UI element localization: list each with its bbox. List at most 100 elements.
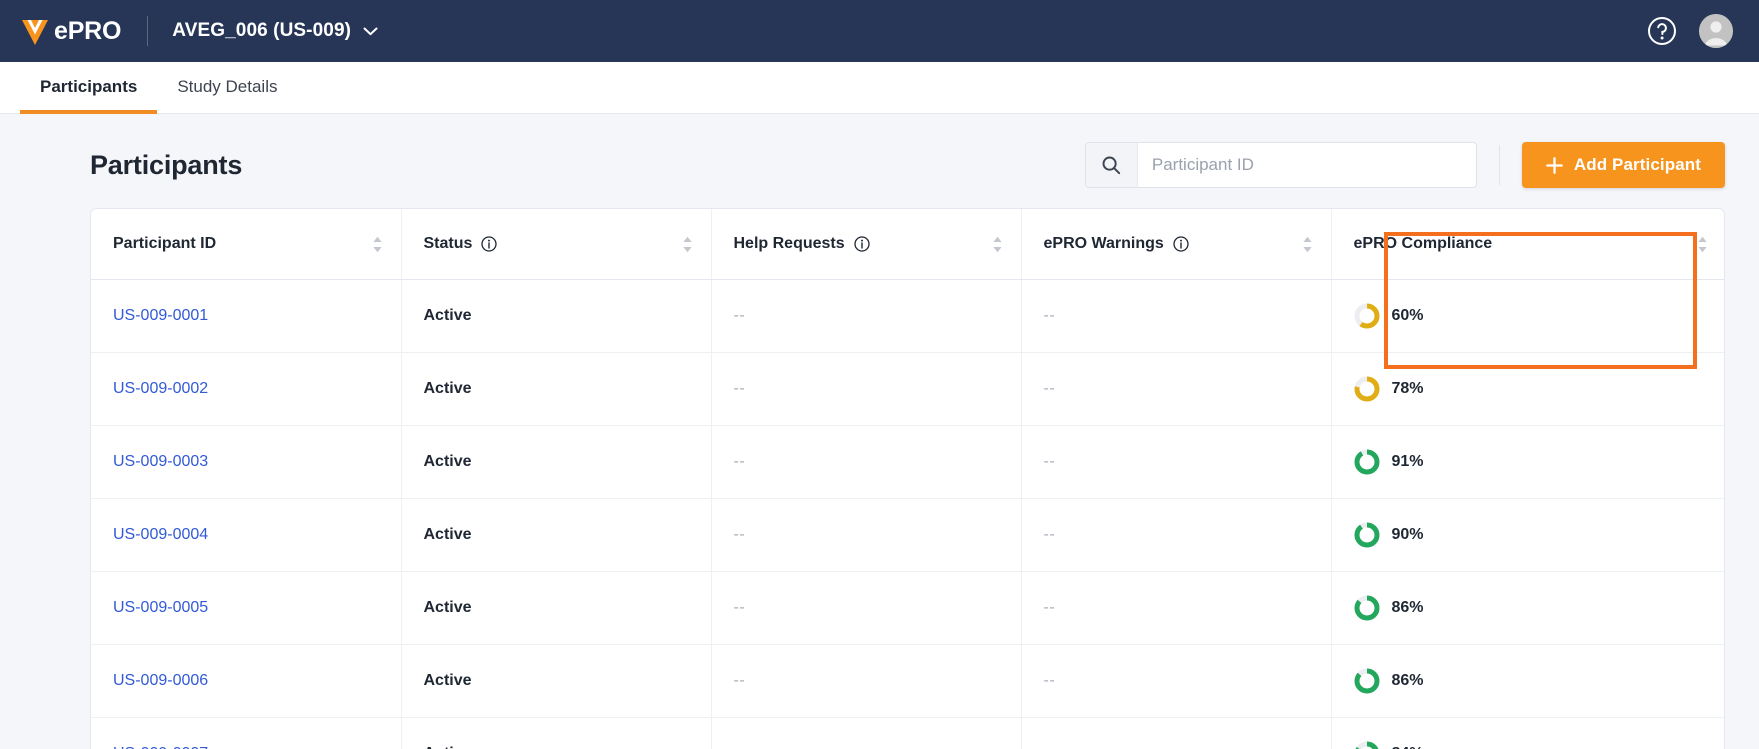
cell-epro-warnings: -- bbox=[1021, 499, 1331, 572]
cell-participant-id: US-009-0003 bbox=[91, 426, 401, 499]
cell-participant-id: US-009-0002 bbox=[91, 353, 401, 426]
info-circle-icon[interactable] bbox=[1173, 236, 1189, 252]
sort-arrows-icon[interactable] bbox=[992, 236, 1003, 253]
column-label: ePRO Compliance bbox=[1354, 235, 1493, 253]
participant-id-link[interactable]: US-009-0001 bbox=[113, 307, 208, 324]
compliance-donut-icon bbox=[1354, 303, 1380, 329]
column-header-help-requests[interactable]: Help Requests bbox=[711, 209, 1021, 280]
cell-help-requests: -- bbox=[711, 718, 1021, 749]
plus-icon bbox=[1546, 157, 1563, 174]
empty-value: -- bbox=[734, 453, 746, 470]
cell-status: Active bbox=[401, 645, 711, 718]
empty-value: -- bbox=[734, 380, 746, 397]
compliance-percent-label: 91% bbox=[1392, 453, 1424, 471]
info-circle-icon[interactable] bbox=[481, 236, 497, 252]
brand-logo[interactable]: ePRO bbox=[18, 14, 121, 48]
table-header: Participant ID Status bbox=[91, 209, 1725, 280]
empty-value: -- bbox=[1044, 453, 1056, 470]
participant-search-box[interactable] bbox=[1085, 142, 1477, 188]
tab-participants[interactable]: Participants bbox=[20, 63, 157, 114]
empty-value: -- bbox=[1044, 599, 1056, 616]
compliance-percent-label: 86% bbox=[1392, 672, 1424, 690]
table-row: US-009-0002Active----78% bbox=[91, 353, 1725, 426]
compliance-percent-label: 78% bbox=[1392, 380, 1424, 398]
compliance-donut-icon bbox=[1354, 522, 1380, 548]
compliance-percent-label: 84% bbox=[1392, 745, 1424, 749]
cell-epro-compliance: 60% bbox=[1331, 280, 1725, 353]
nav-divider bbox=[147, 16, 148, 46]
participant-id-link[interactable]: US-009-0003 bbox=[113, 453, 208, 470]
table-row: US-009-0001Active----60% bbox=[91, 280, 1725, 353]
top-navigation-bar: ePRO AVEG_006 (US-009) bbox=[0, 0, 1759, 62]
cell-status: Active bbox=[401, 718, 711, 749]
cell-status: Active bbox=[401, 499, 711, 572]
participant-id-link[interactable]: US-009-0006 bbox=[113, 672, 208, 689]
page-content: Participants Add Participant bbox=[0, 114, 1759, 749]
participants-table-container: Participant ID Status bbox=[90, 208, 1725, 749]
cell-epro-compliance: 78% bbox=[1331, 353, 1725, 426]
cell-epro-compliance: 86% bbox=[1331, 572, 1725, 645]
cell-status: Active bbox=[401, 280, 711, 353]
sort-arrows-icon[interactable] bbox=[1302, 236, 1313, 253]
table-row: US-009-0003 Active -- -- 91% bbox=[91, 426, 1725, 499]
participant-id-link[interactable]: US-009-0007 bbox=[113, 745, 208, 749]
column-label: Participant ID bbox=[113, 235, 216, 253]
cell-epro-warnings: -- bbox=[1021, 572, 1331, 645]
search-icon[interactable] bbox=[1086, 143, 1138, 187]
column-label: ePRO Warnings bbox=[1044, 235, 1164, 253]
empty-value: -- bbox=[734, 599, 746, 616]
participant-id-link[interactable]: US-009-0005 bbox=[113, 599, 208, 616]
page-title: Participants bbox=[90, 150, 242, 181]
cell-help-requests: -- bbox=[711, 353, 1021, 426]
empty-value: -- bbox=[1044, 672, 1056, 689]
tab-study-details-label: Study Details bbox=[177, 77, 277, 97]
column-header-participant-id[interactable]: Participant ID bbox=[91, 209, 401, 280]
compliance-donut-icon bbox=[1354, 376, 1380, 402]
cell-participant-id: US-009-0005 bbox=[91, 572, 401, 645]
cell-epro-compliance: 91% bbox=[1331, 426, 1725, 499]
empty-value: -- bbox=[734, 307, 746, 324]
table-row: US-009-0005Active----86% bbox=[91, 572, 1725, 645]
user-avatar-icon[interactable] bbox=[1699, 14, 1733, 48]
column-header-epro-compliance[interactable]: ePRO Compliance bbox=[1331, 209, 1725, 280]
compliance-percent-label: 86% bbox=[1392, 599, 1424, 617]
sort-arrows-icon[interactable] bbox=[1697, 236, 1708, 253]
compliance-percent-label: 90% bbox=[1392, 526, 1424, 544]
study-selector-dropdown[interactable]: AVEG_006 (US-009) bbox=[172, 20, 378, 42]
compliance-donut-icon bbox=[1354, 449, 1380, 475]
cell-help-requests: -- bbox=[711, 645, 1021, 718]
sort-arrows-icon[interactable] bbox=[372, 236, 383, 253]
participant-id-link[interactable]: US-009-0002 bbox=[113, 380, 208, 397]
column-label: Status bbox=[424, 235, 473, 253]
table-row: US-009-0007 Active -- -- 84% bbox=[91, 718, 1725, 749]
participant-id-link[interactable]: US-009-0004 bbox=[113, 526, 208, 543]
search-input[interactable] bbox=[1138, 143, 1476, 187]
brand-name: ePRO bbox=[54, 19, 121, 44]
table-body: US-009-0001Active----60%US-009-0002Activ… bbox=[91, 280, 1725, 749]
column-header-status[interactable]: Status bbox=[401, 209, 711, 280]
cell-epro-warnings: -- bbox=[1021, 280, 1331, 353]
column-header-epro-warnings[interactable]: ePRO Warnings bbox=[1021, 209, 1331, 280]
cell-epro-warnings: -- bbox=[1021, 645, 1331, 718]
page-header: Participants Add Participant bbox=[0, 114, 1759, 208]
cell-status: Active bbox=[401, 426, 711, 499]
tab-study-details[interactable]: Study Details bbox=[157, 63, 297, 114]
cell-epro-compliance: 84% bbox=[1331, 718, 1725, 749]
add-participant-button[interactable]: Add Participant bbox=[1522, 142, 1725, 188]
cell-participant-id: US-009-0006 bbox=[91, 645, 401, 718]
empty-value: -- bbox=[734, 672, 746, 689]
cell-help-requests: -- bbox=[711, 572, 1021, 645]
sort-arrows-icon[interactable] bbox=[682, 236, 693, 253]
empty-value: -- bbox=[734, 745, 746, 749]
info-circle-icon[interactable] bbox=[854, 236, 870, 252]
header-action-divider bbox=[1499, 145, 1500, 185]
compliance-donut-icon bbox=[1354, 668, 1380, 694]
empty-value: -- bbox=[1044, 745, 1056, 749]
cell-epro-warnings: -- bbox=[1021, 353, 1331, 426]
cell-epro-compliance: 86% bbox=[1331, 645, 1725, 718]
help-circle-icon[interactable] bbox=[1647, 16, 1677, 46]
compliance-donut-icon bbox=[1354, 741, 1380, 749]
cell-participant-id: US-009-0004 bbox=[91, 499, 401, 572]
add-participant-label: Add Participant bbox=[1574, 155, 1701, 175]
cell-epro-compliance: 90% bbox=[1331, 499, 1725, 572]
